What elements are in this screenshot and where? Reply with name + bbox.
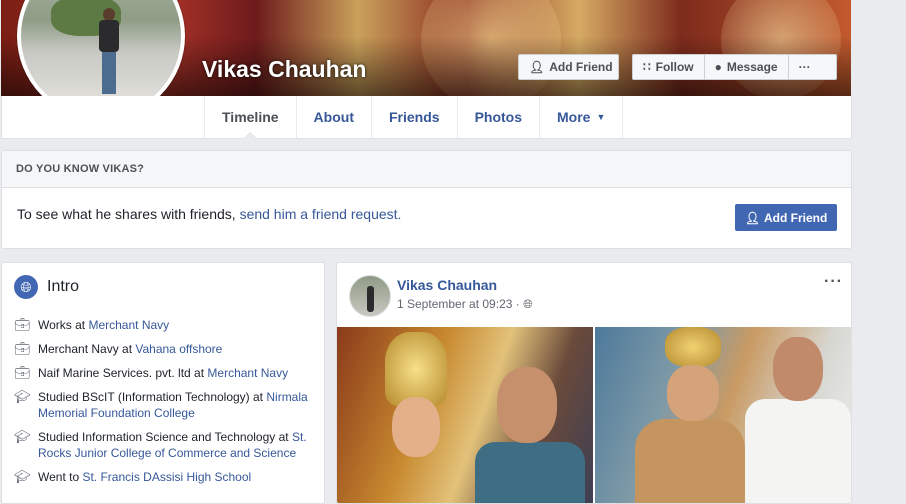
profile-nav: Timeline About Friends Photos More ▼ [1,96,852,139]
add-friend-icon: 👤︎ [529,60,545,74]
timeline-post: Vikas Chauhan 1 September at 09:23 · 🌐︎ … [336,262,852,504]
graduation-cap-icon: 🎓︎ [14,469,31,484]
profile-actions-group: ∷ Follow ● Message ··· [632,54,837,80]
caret-down-icon: ▼ [596,112,606,122]
post-photo-1[interactable] [337,327,593,503]
post-timestamp[interactable]: 1 September at 09:23 [397,297,512,311]
list-item: 🎓︎ Went to St. Francis DAssisi High Scho… [14,469,252,484]
graduation-cap-icon: 🎓︎ [14,429,31,444]
post-photo-2[interactable] [595,327,851,503]
more-dots-icon: ··· [798,60,811,74]
profile-name[interactable]: Vikas Chauhan [202,56,366,83]
intro-card: 🌐︎ Intro 💼︎ Works at Merchant Navy 💼︎ Me… [1,262,325,504]
add-friend-primary-button[interactable]: 👤︎ Add Friend [735,204,837,231]
post-author-name[interactable]: Vikas Chauhan [397,277,497,293]
more-options-button[interactable]: ··· [789,55,821,79]
send-friend-request-link[interactable]: send him a friend request. [240,206,402,222]
message-button[interactable]: ● Message [705,55,789,79]
messenger-icon: ● [714,60,722,74]
tab-photos[interactable]: Photos [458,96,541,138]
page-gutter [852,0,906,495]
list-item: 💼︎ Works at Merchant Navy [14,317,170,332]
briefcase-icon: 💼︎ [14,341,31,356]
briefcase-icon: 💼︎ [14,317,31,332]
prompt-text: To see what he shares with friends, send… [17,206,402,222]
tab-friends[interactable]: Friends [372,96,458,138]
graduation-cap-icon: 🎓︎ [14,389,31,404]
intro-link[interactable]: Merchant Navy [88,318,169,332]
tab-about[interactable]: About [297,96,372,138]
add-friend-button[interactable]: 👤︎ Add Friend [518,54,619,80]
rss-icon: ∷ [643,60,651,74]
globe-icon: 🌐︎ [523,297,533,311]
list-item: 💼︎ Naif Marine Services. pvt. ltd at Mer… [14,365,289,380]
list-item: 🎓︎ Studied BScIT (Information Technology… [14,389,308,420]
list-item: 🎓︎ Studied Information Science and Techn… [14,429,307,460]
follow-button[interactable]: ∷ Follow [633,55,705,79]
friend-request-prompt: DO YOU KNOW VIKAS? To see what he shares… [1,150,852,249]
post-menu-icon[interactable]: ··· [824,273,843,291]
intro-title: Intro [47,278,80,295]
prompt-heading: DO YOU KNOW VIKAS? [2,151,851,188]
intro-link[interactable]: Vahana offshore [135,342,222,356]
intro-link[interactable]: St. Francis DAssisi High School [82,470,251,484]
tab-timeline[interactable]: Timeline [204,96,297,139]
post-meta: 1 September at 09:23 · 🌐︎ [397,297,533,311]
briefcase-icon: 💼︎ [14,365,31,380]
add-friend-icon: 👤︎ [744,210,760,225]
globe-icon: 🌐︎ [14,275,38,299]
list-item: 💼︎ Merchant Navy at Vahana offshore [14,341,223,356]
intro-list: 💼︎ Works at Merchant Navy 💼︎ Merchant Na… [14,317,314,493]
tab-more[interactable]: More ▼ [540,96,624,138]
post-author-avatar[interactable] [349,275,391,317]
intro-link[interactable]: Merchant Navy [207,366,288,380]
